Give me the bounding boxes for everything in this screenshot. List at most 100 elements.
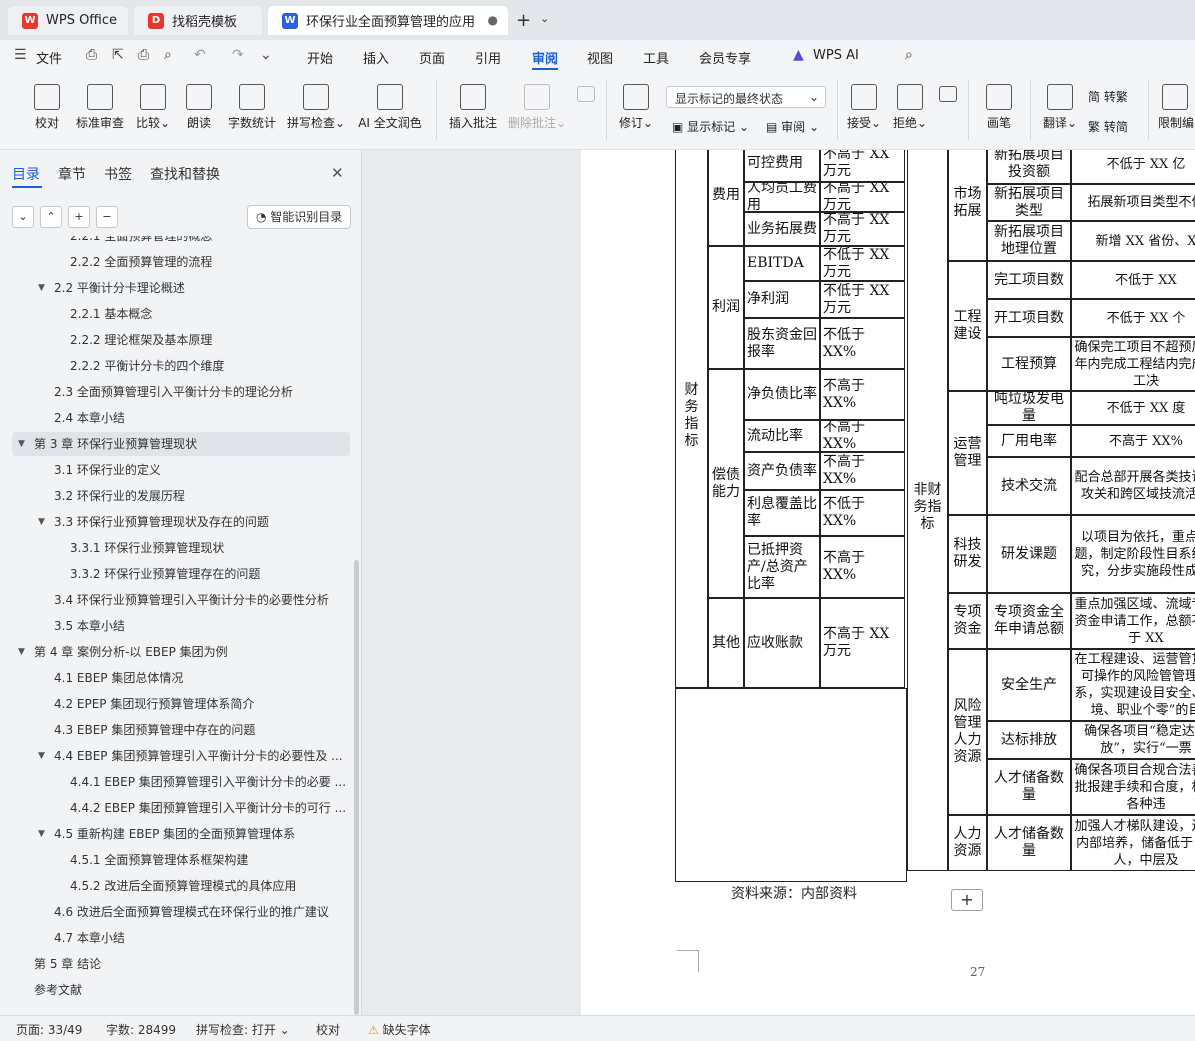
collapse-all-button[interactable]: ⌄ — [12, 206, 34, 228]
tab-find-replace[interactable]: 查找和替换 — [150, 164, 220, 184]
tab-current-document[interactable]: W 环保行业全面预算管理的应用& ● — [268, 6, 508, 35]
more-chevron-icon[interactable]: ⌄ — [260, 47, 272, 63]
translate-button[interactable]: 翻译⌄ — [1040, 84, 1080, 131]
toc-item[interactable]: 4.1 EBEP 集团总体情况 — [12, 666, 350, 690]
toc-item[interactable]: ▼ 第 4 章 案例分析-以 EBEP 集团为例 — [12, 640, 350, 664]
show-marks-button[interactable]: ▣ 显示标记 ⌄ — [672, 118, 749, 135]
tab-chapters[interactable]: 章节 — [58, 164, 86, 184]
print-preview-icon[interactable]: ⌕ — [164, 47, 172, 63]
hamburger-icon[interactable]: ☰ — [14, 47, 27, 63]
toc-item[interactable]: 2.3 全面预算管理引入平衡计分卡的理论分析 — [12, 380, 350, 404]
menu-insert[interactable]: 插入 — [363, 48, 389, 67]
display-mode-select[interactable]: 显示标记的最终状态 ⌄ — [666, 86, 826, 108]
menu-page[interactable]: 页面 — [419, 48, 445, 67]
expand-up-button[interactable]: ⌃ — [40, 206, 62, 228]
toc-item[interactable]: ▼ 2.2 平衡计分卡理论概述 — [12, 276, 350, 300]
accept-button[interactable]: 接受⌄ — [846, 84, 882, 131]
expand-arrow-icon[interactable]: ▼ — [18, 432, 25, 456]
toc-item[interactable]: 4.4.1 EBEP 集团预算管理引入平衡计分卡的必要 ... — [12, 770, 350, 794]
menu-wps-ai[interactable]: WPS AI — [813, 48, 859, 63]
menu-review[interactable]: 审阅 — [532, 48, 558, 67]
spell-check-status[interactable]: 拼写检查: 打开 ⌄ — [196, 1021, 290, 1038]
ai-polish-button[interactable]: AI 全文润色 — [356, 84, 424, 131]
standard-review-button[interactable]: 标准审查 — [74, 84, 126, 131]
menu-view[interactable]: 视图 — [587, 48, 613, 67]
word-count[interactable]: 字数: 28499 — [106, 1021, 176, 1038]
revise-button[interactable]: 修订⌄ — [618, 84, 654, 131]
toc-scrollbar[interactable] — [354, 560, 359, 1015]
add-row-button[interactable]: + — [951, 889, 983, 911]
prev-comment-button[interactable] — [576, 86, 596, 106]
toc-item[interactable]: 第 5 章 结论 — [12, 952, 350, 976]
tab-bookmarks[interactable]: 书签 — [104, 164, 132, 184]
expand-arrow-icon[interactable]: ▼ — [38, 276, 45, 300]
toc-item[interactable]: 4.5.1 全面预算管理体系框架构建 — [12, 848, 350, 872]
review-pane-button[interactable]: ▤ 审阅 ⌄ — [766, 118, 819, 135]
insert-comment-button[interactable]: 插入批注 — [447, 84, 499, 131]
toc-item[interactable]: 4.6 改进后全面预算管理模式在环保行业的推广建议 — [12, 900, 350, 924]
tab-toc[interactable]: 目录 — [12, 164, 40, 184]
expand-arrow-icon[interactable]: ▼ — [38, 744, 45, 768]
toc-item[interactable]: 3.3.1 环保行业预算管理现状 — [12, 536, 350, 560]
menu-member[interactable]: 会员专享 — [699, 48, 751, 67]
toc-item[interactable]: 参考文献 — [12, 978, 350, 1002]
proof-status[interactable]: 校对 — [316, 1021, 340, 1038]
reject-button[interactable]: 拒绝⌄ — [892, 84, 928, 131]
compare-button[interactable]: 比较⌄ — [134, 84, 172, 131]
redo-icon[interactable]: ↷ — [232, 47, 244, 63]
delete-comment-button[interactable]: 删除批注⌄ — [506, 84, 568, 131]
expand-arrow-icon[interactable]: ▼ — [38, 510, 45, 534]
search-icon[interactable]: ⌕ — [905, 47, 913, 63]
toc-item[interactable]: 3.1 环保行业的定义 — [12, 458, 350, 482]
toc-item[interactable]: 4.2 EPEP 集团现行预算管理体系简介 — [12, 692, 350, 716]
menu-tools[interactable]: 工具 — [643, 48, 669, 67]
toc-item[interactable]: 4.4.2 EBEP 集团预算管理引入平衡计分卡的可行 ... — [12, 796, 350, 820]
toc-item[interactable]: ▼ 第 3 章 环保行业预算管理现状 — [12, 432, 350, 456]
menu-reference[interactable]: 引用 — [475, 48, 501, 67]
toc-item[interactable]: 2.2.1 全面预算管理的概念 — [12, 236, 350, 248]
toc-item[interactable]: 2.2.2 平衡计分卡的四个维度 — [12, 354, 350, 378]
expand-arrow-icon[interactable]: ▼ — [18, 640, 25, 664]
print-icon[interactable]: ⎙ — [138, 47, 149, 63]
to-traditional-button[interactable]: 简 转繁 — [1088, 88, 1128, 105]
smart-toc-button[interactable]: ◔ 智能识别目录 — [247, 205, 351, 229]
word-count-button[interactable]: 字数统计 — [226, 84, 278, 131]
toc-item[interactable]: 3.5 本章小结 — [12, 614, 350, 638]
restrict-edit-button[interactable]: 限制编 — [1158, 84, 1195, 131]
spell-check-button[interactable]: 拼写检查⌄ — [286, 84, 346, 131]
toc-item[interactable]: 2.4 本章小结 — [12, 406, 350, 430]
menu-start[interactable]: 开始 — [307, 48, 333, 67]
menu-file[interactable]: 文件 — [36, 48, 62, 67]
toc-item[interactable]: 2.2.2 理论框架及基本原理 — [12, 328, 350, 352]
undo-icon[interactable]: ↶ — [194, 47, 206, 63]
toc-item[interactable]: ▼ 3.3 环保行业预算管理现状及存在的问题 — [12, 510, 350, 534]
tab-wps-office[interactable]: W WPS Office — [8, 6, 128, 35]
proof-button[interactable]: 校对 — [30, 84, 64, 131]
toc-item[interactable]: 3.4 环保行业预算管理引入平衡计分卡的必要性分析 — [12, 588, 350, 612]
save-icon[interactable]: ⎙ — [86, 47, 97, 63]
remove-heading-button[interactable]: − — [96, 206, 118, 228]
to-simplified-button[interactable]: 繁 转简 — [1088, 118, 1128, 135]
toc-item[interactable]: 2.2.2 全面预算管理的流程 — [12, 250, 350, 274]
toc-item[interactable]: ▼ 4.4 EBEP 集团预算管理引入平衡计分卡的必要性及 ... — [12, 744, 350, 768]
expand-arrow-icon[interactable]: ▼ — [38, 822, 45, 846]
toc-item[interactable]: 4.7 本章小结 — [12, 926, 350, 950]
export-icon[interactable]: ⇱ — [112, 47, 124, 63]
add-heading-button[interactable]: + — [68, 206, 90, 228]
toc-item[interactable]: 2.2.1 基本概念 — [12, 302, 350, 326]
missing-font-status[interactable]: ⚠ 缺失字体 — [368, 1021, 431, 1038]
toc-item[interactable]: 4.3 EBEP 集团预算管理中存在的问题 — [12, 718, 350, 742]
pen-button[interactable]: 画笔 — [984, 84, 1014, 131]
toc-item[interactable]: 3.3.2 环保行业预算管理存在的问题 — [12, 562, 350, 586]
chevron-down-icon[interactable]: ⌄ — [540, 12, 549, 25]
page-indicator[interactable]: 页面: 33/49 — [16, 1021, 82, 1038]
close-icon[interactable]: ✕ — [331, 164, 344, 182]
toc-item[interactable]: 3.2 环保行业的发展历程 — [12, 484, 350, 508]
toc-item[interactable]: ▼ 4.5 重新构建 EBEP 集团的全面预算管理体系 — [12, 822, 350, 846]
new-tab-icon[interactable]: + — [516, 10, 531, 31]
tab-unsaved-dot-icon[interactable]: ● — [488, 13, 498, 27]
tab-docer-templates[interactable]: D 找稻壳模板 — [134, 6, 262, 35]
read-aloud-button[interactable]: 朗读 — [184, 84, 214, 131]
prev-change-button[interactable] — [938, 86, 958, 106]
toc-item[interactable]: 4.5.2 改进后全面预算管理模式的具体应用 — [12, 874, 350, 898]
